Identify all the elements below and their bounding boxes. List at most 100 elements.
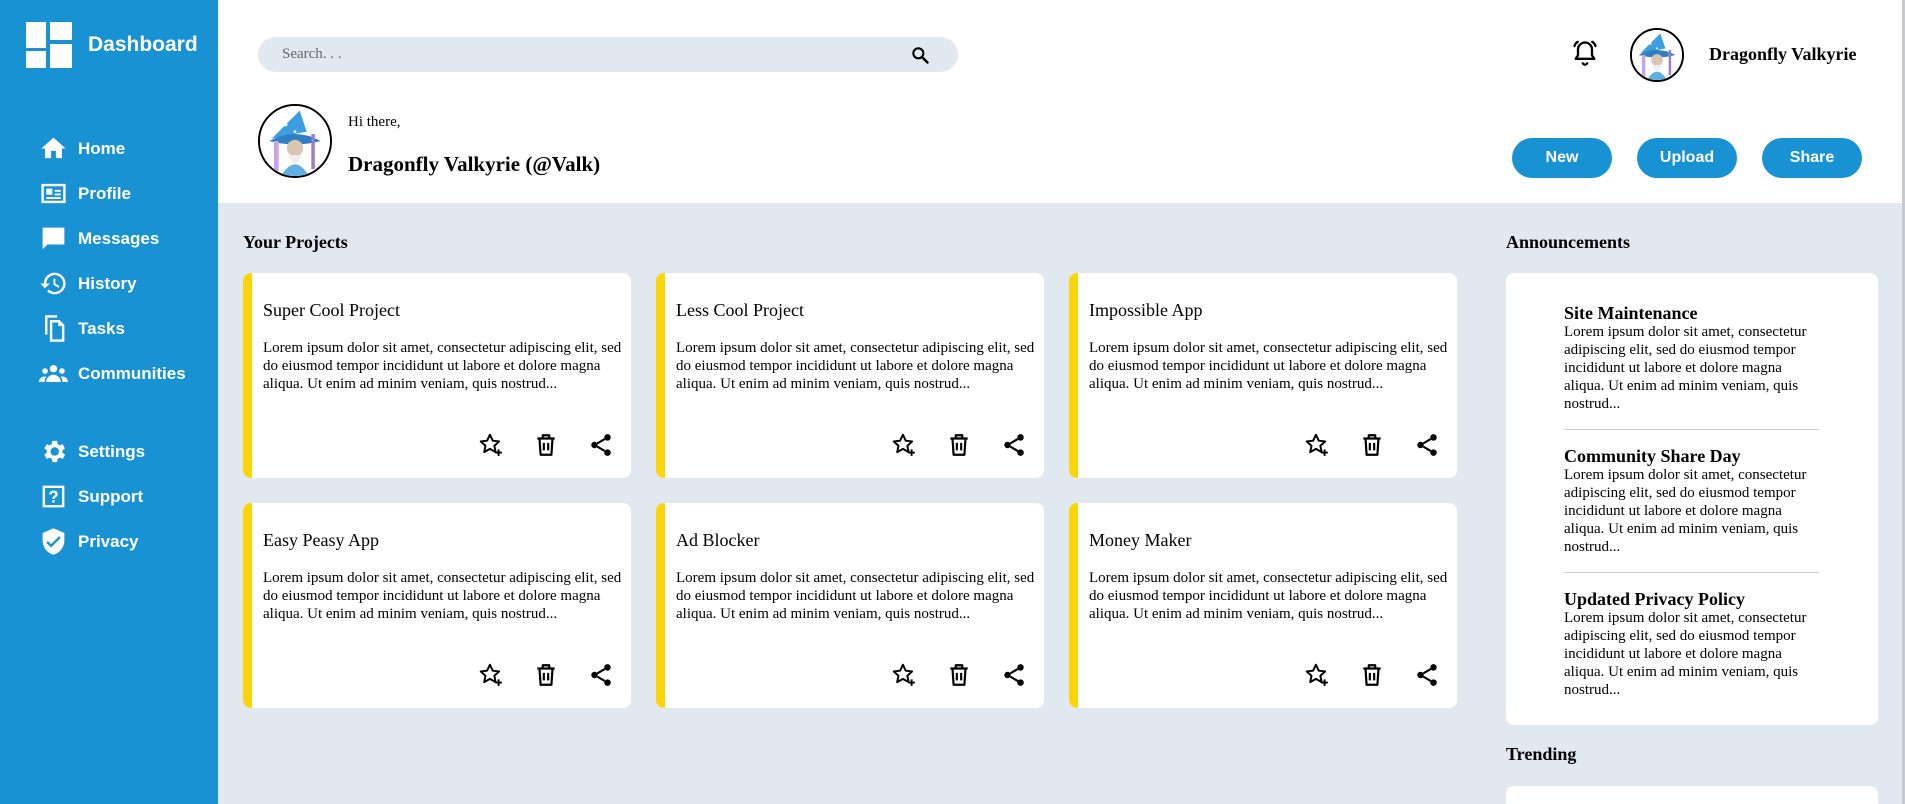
header: Dragonfly Valkyrie Hi there, Dragonfly V… xyxy=(218,0,1905,203)
favorite-star-icon[interactable] xyxy=(890,661,918,689)
shield-icon xyxy=(39,527,68,556)
project-actions xyxy=(1303,661,1441,689)
sidebar-item-tasks[interactable]: Tasks xyxy=(39,306,218,351)
sidebar-main-nav: Home Profile Messages History Tasks Comm… xyxy=(39,126,218,396)
sidebar-item-communities[interactable]: Communities xyxy=(39,351,218,396)
project-title: Less Cool Project xyxy=(676,300,804,320)
favorite-star-icon[interactable] xyxy=(1303,431,1331,459)
project-description: Lorem ipsum dolor sit amet, consectetur … xyxy=(1089,570,1448,622)
divider xyxy=(1564,429,1819,430)
greeting-text: Hi there, xyxy=(348,114,401,130)
project-description: Lorem ipsum dolor sit amet, consectetur … xyxy=(676,340,1035,392)
project-actions xyxy=(477,661,615,689)
project-card[interactable]: Money Maker Lorem ipsum dolor sit amet, … xyxy=(1069,503,1457,708)
delete-trash-icon[interactable] xyxy=(945,431,973,459)
announcement-title: Site Maintenance xyxy=(1564,303,1698,323)
project-actions xyxy=(477,431,615,459)
sidebar-item-home[interactable]: Home xyxy=(39,126,218,171)
announcements-heading: Announcements xyxy=(1506,232,1631,252)
sidebar-item-label: Profile xyxy=(78,183,131,203)
delete-trash-icon[interactable] xyxy=(1358,661,1386,689)
sidebar-item-privacy[interactable]: Privacy xyxy=(39,519,218,564)
history-icon xyxy=(39,269,68,298)
header-actions: New Upload Share xyxy=(1512,138,1862,178)
project-card[interactable]: Ad Blocker Lorem ipsum dolor sit amet, c… xyxy=(656,503,1044,708)
search-icon[interactable] xyxy=(910,45,930,65)
trending-panel xyxy=(1506,786,1878,804)
project-card[interactable]: Super Cool Project Lorem ipsum dolor sit… xyxy=(243,273,631,478)
search-input[interactable] xyxy=(282,46,882,63)
announcement-item[interactable]: Site Maintenance Lorem ipsum dolor sit a… xyxy=(1564,303,1819,413)
announcements-panel: Site Maintenance Lorem ipsum dolor sit a… xyxy=(1506,273,1878,725)
sidebar: Dashboard Home Profile Messages History … xyxy=(0,0,218,804)
people-icon xyxy=(39,359,68,388)
wizard-avatar-icon xyxy=(1632,30,1682,80)
gear-icon xyxy=(39,437,68,466)
display-name: Dragonfly Valkyrie (@Valk) xyxy=(348,152,601,176)
sidebar-item-label: Messages xyxy=(78,228,160,248)
sidebar-item-label: Support xyxy=(78,486,144,506)
trending-heading: Trending xyxy=(1506,744,1577,764)
bell-icon[interactable] xyxy=(1571,38,1599,68)
sidebar-item-label: Settings xyxy=(78,441,146,461)
project-card[interactable]: Easy Peasy App Lorem ipsum dolor sit ame… xyxy=(243,503,631,708)
share-icon[interactable] xyxy=(587,661,615,689)
app-title: Dashboard xyxy=(88,33,198,56)
project-actions xyxy=(890,661,1028,689)
announcement-item[interactable]: Community Share Day Lorem ipsum dolor si… xyxy=(1564,446,1819,556)
delete-trash-icon[interactable] xyxy=(532,661,560,689)
project-title: Money Maker xyxy=(1089,530,1192,550)
project-actions xyxy=(1303,431,1441,459)
projects-heading: Your Projects xyxy=(243,232,348,252)
project-title: Impossible App xyxy=(1089,300,1203,320)
sidebar-item-label: History xyxy=(78,273,137,293)
sidebar-item-label: Communities xyxy=(78,363,186,383)
share-icon[interactable] xyxy=(1413,431,1441,459)
sidebar-item-support[interactable]: Support xyxy=(39,474,218,519)
sidebar-item-label: Home xyxy=(78,138,126,158)
share-button[interactable]: Share xyxy=(1762,138,1862,178)
project-title: Super Cool Project xyxy=(263,300,400,320)
project-description: Lorem ipsum dolor sit amet, consectetur … xyxy=(263,570,622,622)
share-icon[interactable] xyxy=(1413,661,1441,689)
favorite-star-icon[interactable] xyxy=(477,661,505,689)
delete-trash-icon[interactable] xyxy=(945,661,973,689)
avatar[interactable] xyxy=(1630,28,1684,82)
help-icon xyxy=(39,482,68,511)
project-actions xyxy=(890,431,1028,459)
announcement-body: Lorem ipsum dolor sit amet, consectetur … xyxy=(1564,610,1807,698)
project-description: Lorem ipsum dolor sit amet, consectetur … xyxy=(676,570,1035,622)
sidebar-secondary-nav: Settings Support Privacy xyxy=(39,429,218,564)
share-icon[interactable] xyxy=(587,431,615,459)
favorite-star-icon[interactable] xyxy=(1303,661,1331,689)
favorite-star-icon[interactable] xyxy=(477,431,505,459)
delete-trash-icon[interactable] xyxy=(532,431,560,459)
projects-grid: Super Cool Project Lorem ipsum dolor sit… xyxy=(243,273,1457,708)
project-card[interactable]: Less Cool Project Lorem ipsum dolor sit … xyxy=(656,273,1044,478)
sidebar-item-profile[interactable]: Profile xyxy=(39,171,218,216)
brand[interactable]: Dashboard xyxy=(26,22,198,68)
new-button[interactable]: New xyxy=(1512,138,1612,178)
project-description: Lorem ipsum dolor sit amet, consectetur … xyxy=(1089,340,1448,392)
sidebar-item-history[interactable]: History xyxy=(39,261,218,306)
upload-button[interactable]: Upload xyxy=(1637,138,1737,178)
delete-trash-icon[interactable] xyxy=(1358,431,1386,459)
sidebar-item-settings[interactable]: Settings xyxy=(39,429,218,474)
sidebar-item-messages[interactable]: Messages xyxy=(39,216,218,261)
dashboard-logo-icon xyxy=(26,22,72,68)
document-icon xyxy=(39,314,68,343)
project-card[interactable]: Impossible App Lorem ipsum dolor sit ame… xyxy=(1069,273,1457,478)
id-card-icon xyxy=(39,179,68,208)
announcement-title: Updated Privacy Policy xyxy=(1564,589,1745,609)
favorite-star-icon[interactable] xyxy=(890,431,918,459)
search-bar xyxy=(258,37,958,72)
project-title: Easy Peasy App xyxy=(263,530,379,550)
wizard-avatar-icon xyxy=(260,106,330,176)
share-icon[interactable] xyxy=(1000,431,1028,459)
profile-avatar[interactable] xyxy=(258,104,332,178)
share-icon[interactable] xyxy=(1000,661,1028,689)
header-username[interactable]: Dragonfly Valkyrie xyxy=(1709,44,1857,65)
announcement-item[interactable]: Updated Privacy Policy Lorem ipsum dolor… xyxy=(1564,589,1819,699)
dashboard-app: Dashboard Home Profile Messages History … xyxy=(0,0,1905,804)
project-description: Lorem ipsum dolor sit amet, consectetur … xyxy=(263,340,622,392)
